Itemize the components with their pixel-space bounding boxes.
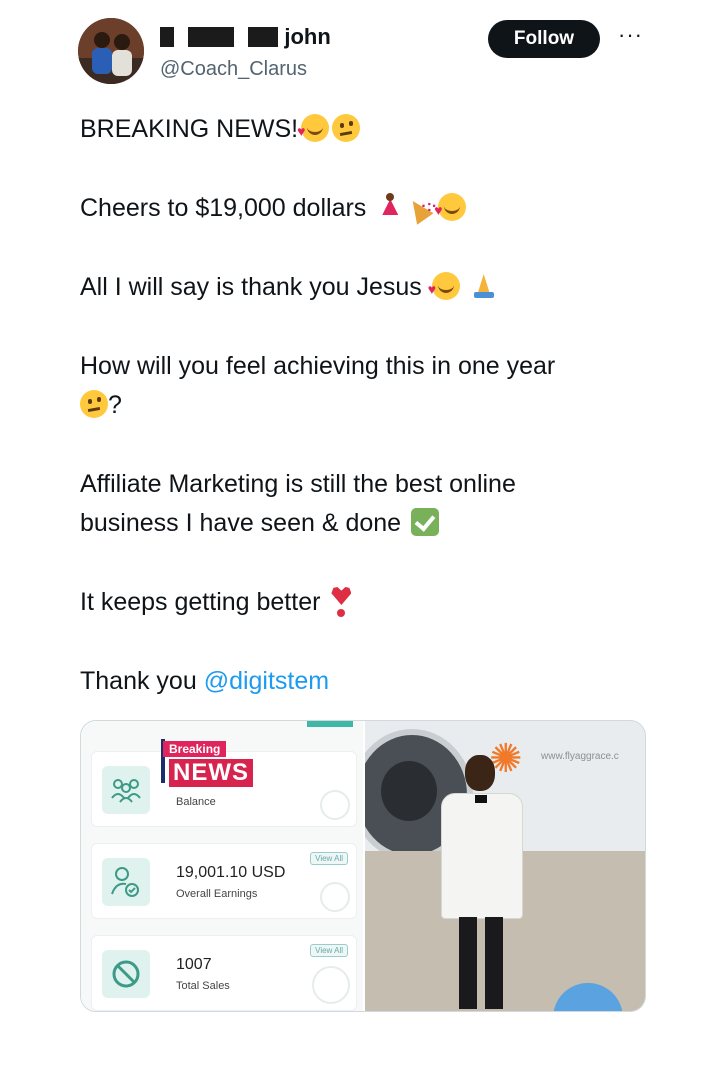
tweet-line: Affiliate Marketing is still the best on… xyxy=(80,465,640,543)
tweet-line-text: ? xyxy=(108,391,122,419)
earnings-label: Overall Earnings xyxy=(176,888,258,900)
person-leg xyxy=(485,917,503,1009)
tweet-line-text: It keeps getting better xyxy=(80,588,321,616)
tweet-line: How will you feel achieving this in one … xyxy=(80,347,640,425)
news-tag: NEWS xyxy=(169,759,253,787)
tweet-text: BREAKING NEWS! Cheers to $19,000 dollars… xyxy=(80,110,640,741)
blocked-circle-icon xyxy=(102,950,150,998)
heart-exclamation-emoji-icon xyxy=(330,587,352,617)
tweet-line: Cheers to $19,000 dollars xyxy=(80,187,640,228)
redacted-name-block xyxy=(160,27,174,47)
bowtie xyxy=(475,795,487,803)
tweet-line-text: Thank you xyxy=(80,667,204,695)
photo-man-by-jet[interactable]: ✺ www.flyaggrace.c xyxy=(365,721,645,1011)
breaking-tag: Breaking xyxy=(163,741,227,757)
smiling-face-with-hearts-emoji-icon xyxy=(428,272,460,300)
tweet-line-text: business I have seen & done xyxy=(80,509,402,537)
sales-label: Total Sales xyxy=(176,980,230,992)
person-leg xyxy=(459,917,477,1009)
folded-hands-emoji-icon xyxy=(470,272,498,300)
view-all-button[interactable]: View All xyxy=(310,852,348,865)
tweet-line: All I will say is thank you Jesus xyxy=(80,268,640,307)
smiling-face-with-hearts-emoji-icon xyxy=(434,193,467,221)
tweet-header: john @Coach_Clarus Follow ··· xyxy=(78,18,650,86)
party-popper-emoji-icon xyxy=(407,187,437,226)
aircraft-url-text: www.flyaggrace.c xyxy=(541,751,619,762)
follow-button[interactable]: Follow xyxy=(488,20,600,58)
sales-value: 1007 xyxy=(176,956,212,973)
view-all-button[interactable]: View All xyxy=(310,944,348,957)
display-name[interactable]: john xyxy=(160,24,331,50)
tweet-media[interactable]: Balance Breaking NEWS 19,001.10 USD Over… xyxy=(80,720,646,1012)
display-name-text: john xyxy=(284,24,331,49)
decorative-ring-icon xyxy=(320,790,350,820)
earnings-value: 19,001.10 USD xyxy=(176,864,286,881)
users-group-icon xyxy=(102,766,150,814)
tweet-line: It keeps getting better xyxy=(80,583,640,622)
user-handle[interactable]: @Coach_Clarus xyxy=(160,58,307,81)
tweet-line-text: Cheers to $19,000 dollars xyxy=(80,194,367,222)
redacted-name-block xyxy=(188,27,235,47)
thinking-face-emoji-icon xyxy=(80,390,108,418)
person-head xyxy=(465,755,495,791)
tweet-line-text: BREAKING NEWS! xyxy=(80,115,299,143)
decorative-ring-icon xyxy=(312,966,350,1004)
tweet-line-text: Affiliate Marketing is still the best on… xyxy=(80,470,516,498)
balance-label: Balance xyxy=(176,796,216,808)
thinking-face-emoji-icon xyxy=(332,114,361,142)
decorative-ring-icon xyxy=(320,882,350,912)
check-mark-button-emoji-icon xyxy=(411,508,440,536)
redacted-name-block xyxy=(248,27,279,47)
tweet-line-text: All I will say is thank you Jesus xyxy=(80,273,422,301)
smiling-face-with-hearts-emoji-icon xyxy=(297,114,330,142)
more-options-icon[interactable]: ··· xyxy=(618,22,643,48)
accent-bar xyxy=(307,721,353,727)
sales-card: 1007 Total Sales View All xyxy=(91,935,357,1011)
earnings-card: 19,001.10 USD Overall Earnings View All xyxy=(91,843,357,919)
engine-intake xyxy=(381,761,437,821)
dashboard-screenshot[interactable]: Balance Breaking NEWS 19,001.10 USD Over… xyxy=(81,721,363,1011)
mention-link[interactable]: @digitstem xyxy=(204,667,329,695)
tweet-line-text: How will you feel achieving this in one … xyxy=(80,352,556,380)
person-white-suit xyxy=(441,793,523,919)
woman-dancing-emoji-icon xyxy=(376,193,404,221)
tweet-line: Thank you @digitstem xyxy=(80,662,640,701)
avatar[interactable] xyxy=(78,18,144,84)
tweet-line: BREAKING NEWS! xyxy=(80,110,640,149)
user-check-icon xyxy=(102,858,150,906)
